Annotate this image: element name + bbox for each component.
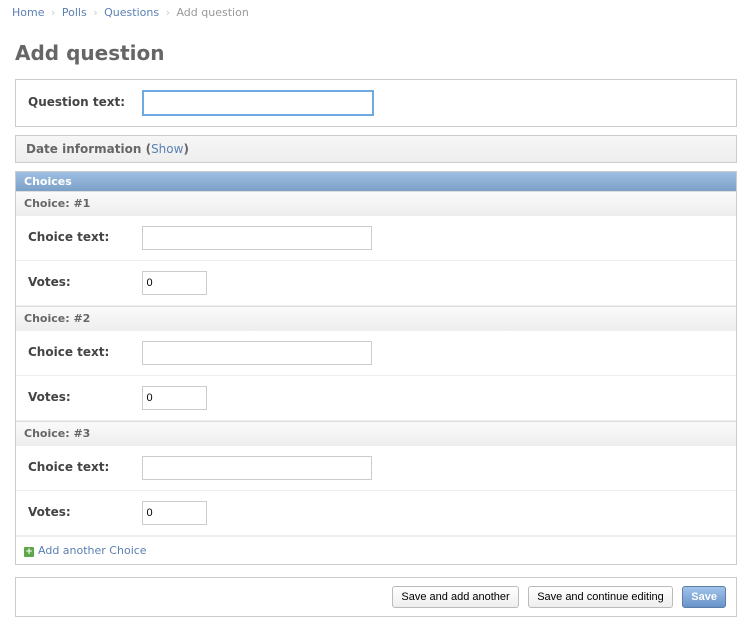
main-fieldset: Question text: [15,79,737,127]
page-title: Add question [15,41,737,65]
plus-icon: + [24,547,34,557]
choice-text-input[interactable] [142,456,372,480]
choice-heading: Choice: #3 [16,421,736,446]
breadcrumb-sep: › [90,6,100,19]
choices-inline: Choices Choice: #1 Choice text: Votes: C… [15,171,737,565]
breadcrumb-home[interactable]: Home [12,6,44,19]
question-text-label: Question text: [28,95,138,109]
breadcrumb-questions[interactable]: Questions [104,6,159,19]
votes-input[interactable] [142,386,207,410]
save-button[interactable] [682,586,726,608]
breadcrumb: Home › Polls › Questions › Add question [0,0,752,25]
choice-text-label: Choice text: [28,230,138,244]
breadcrumb-current: Add question [176,6,248,19]
date-information-fieldset: Date information (Show) [15,135,737,163]
date-information-toggle[interactable]: Show [151,142,183,156]
breadcrumb-sep: › [48,6,58,19]
choice-text-label: Choice text: [28,345,138,359]
choice-heading: Choice: #1 [16,191,736,216]
breadcrumb-polls[interactable]: Polls [62,6,87,19]
votes-label: Votes: [28,505,138,519]
votes-label: Votes: [28,390,138,404]
submit-row [15,577,737,617]
question-text-input[interactable] [142,90,374,116]
choice-text-label: Choice text: [28,460,138,474]
save-add-another-button[interactable] [392,586,518,608]
votes-input[interactable] [142,271,207,295]
choices-title: Choices [16,172,736,191]
save-continue-button[interactable] [528,586,673,608]
votes-label: Votes: [28,275,138,289]
add-another-choice[interactable]: Add another Choice [38,544,147,557]
choice-text-input[interactable] [142,341,372,365]
breadcrumb-sep: › [163,6,173,19]
choice-heading: Choice: #2 [16,306,736,331]
date-information-title: Date information [26,142,141,156]
choice-text-input[interactable] [142,226,372,250]
votes-input[interactable] [142,501,207,525]
